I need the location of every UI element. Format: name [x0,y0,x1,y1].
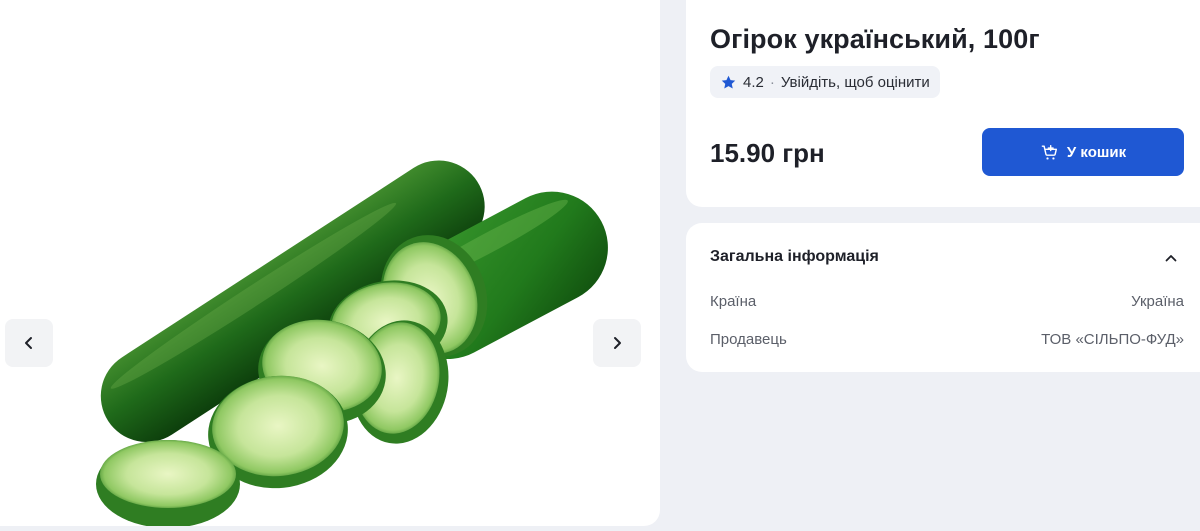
info-value: ТОВ «СІЛЬПО-ФУД» [1041,331,1184,348]
cart-add-icon [1041,144,1057,160]
general-info-title: Загальна інформація [710,248,879,265]
info-row-country: Країна Україна [710,293,1184,310]
product-title: Огірок український, 100г [710,24,1040,54]
product-price: 15.90 грн [710,138,825,168]
chevron-up-icon[interactable] [1163,250,1179,266]
info-row-seller: Продавець ТОВ «СІЛЬПО-ФУД» [710,331,1184,348]
info-label: Продавець [710,331,787,348]
product-page: Огірок український, 100г 4.2 · Увійдіть,… [0,0,1200,531]
product-image [96,160,608,526]
purchase-card: Огірок український, 100г 4.2 · Увійдіть,… [686,0,1200,207]
star-icon [720,74,737,91]
chevron-left-icon [25,337,32,349]
info-label: Країна [710,293,757,310]
product-gallery [0,0,660,526]
gallery-next-button[interactable] [593,319,641,367]
add-to-cart-label: У кошик [1066,143,1127,161]
rating-badge: 4.2 · Увійдіть, щоб оцінити [710,66,940,98]
general-info-card: Загальна інформація Країна Україна Прода… [686,223,1200,372]
gallery-prev-button[interactable] [5,319,53,367]
rating-value: 4.2 [743,73,764,91]
info-value: Україна [1131,293,1184,310]
login-to-rate-link[interactable]: Увійдіть, щоб оцінити [781,74,930,91]
rating-separator: · [769,73,775,91]
add-to-cart-button[interactable]: У кошик [982,128,1184,176]
chevron-right-icon [614,337,621,349]
